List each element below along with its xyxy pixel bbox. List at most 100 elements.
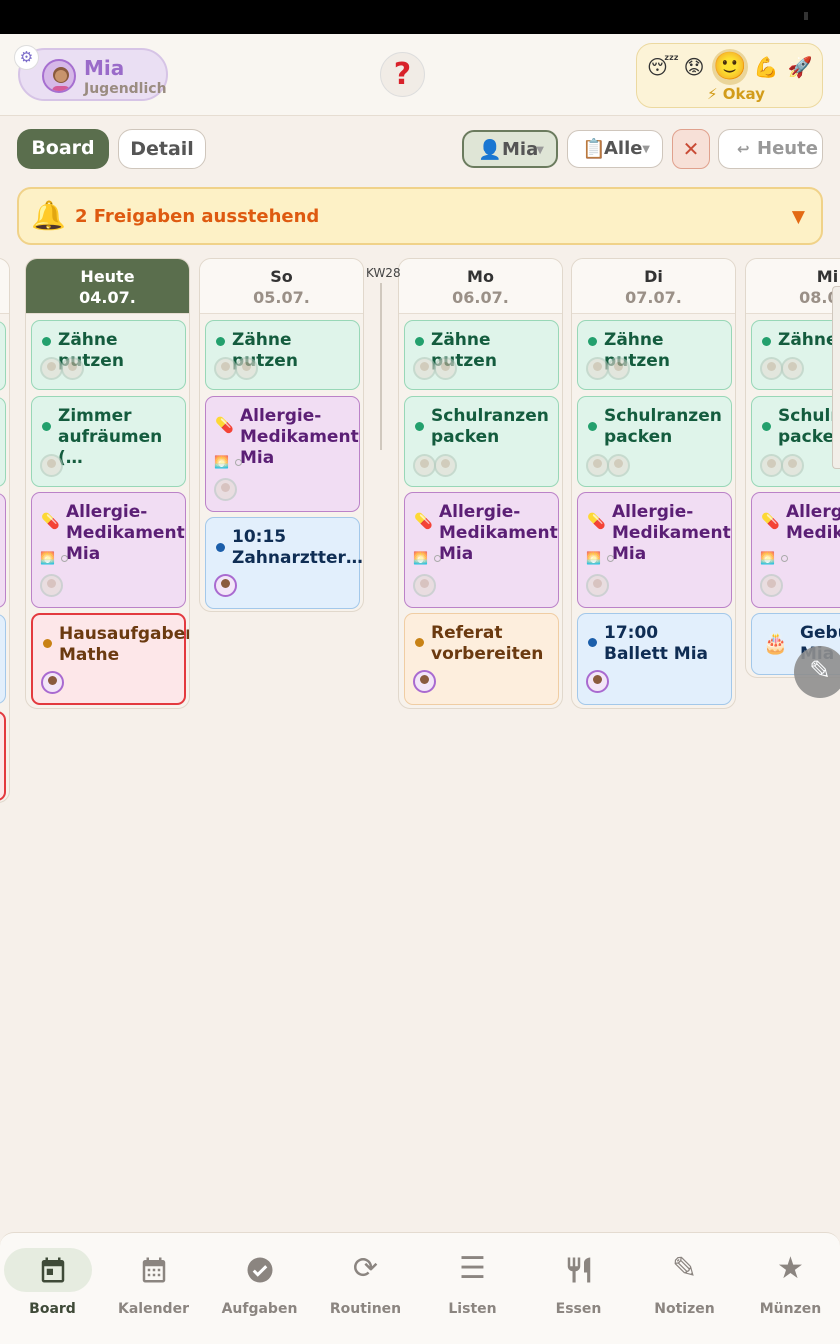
task-title: Schulranzen packen [604,406,722,447]
task-card[interactable]: 17:00 Ballett Mia [577,613,732,705]
task-card[interactable]: Zähne putzen [31,320,186,390]
task-title: Hausaufgaben Mathe [59,624,190,665]
nav-board[interactable]: Board [0,1233,105,1344]
avatar [434,357,457,380]
profile-name: Mia [84,56,125,80]
pending-circle-icon [781,555,788,562]
avatar [781,357,804,380]
board-view-button[interactable]: Board [17,129,109,169]
pencil-icon: ✎ [809,656,831,686]
status-dot [43,639,52,648]
column-date: 05.07. [253,288,310,307]
mood-strong-icon[interactable]: 💪 [751,54,781,80]
today-label: Heute [757,138,818,159]
task-card[interactable]: Zähne putzen [577,320,732,390]
nav-label: Essen [555,1301,602,1317]
task-card[interactable]: 💊 Allergie-Medikament Mia 🌅 [31,492,186,608]
task-card[interactable]: Schulranzen packen [577,396,732,487]
cake-icon: 🎂 [763,631,788,655]
nav-lists[interactable]: ☰ Listen [420,1233,525,1344]
mood-worried-icon[interactable]: 😟 [679,54,709,80]
pending-circle-icon [607,555,614,562]
task-card[interactable]: Zähne putzen [205,320,360,390]
avatar [586,574,609,597]
task-card[interactable]: 💊 Allergie-Medikament Mia 🌅 [205,396,360,512]
edit-fab-button[interactable]: ✎ [794,646,840,698]
column-day: Mi [816,267,839,286]
mood-label: ⚡ Okay [707,85,765,103]
nav-coins[interactable]: ★ Münzen [738,1233,840,1344]
clear-filter-button[interactable]: ✕ [672,129,710,169]
sunrise-icon: 🌅 [214,455,229,469]
status-dot [415,422,424,431]
task-title: Schulranzen packen [431,406,549,447]
avatar [214,478,237,501]
day-column-previous [0,258,10,803]
task-card[interactable] [0,397,6,487]
column-day: Mo [467,267,494,286]
nav-calendar[interactable]: Kalender [101,1233,206,1344]
person-filter[interactable]: 👤 Mia ▼ [462,130,558,168]
nav-food[interactable]: Essen [526,1233,631,1344]
list-icon: ☰ [459,1251,486,1286]
pending-circle-icon [61,555,68,562]
column-date: 06.07. [452,288,509,307]
task-card[interactable] [0,321,6,391]
task-card[interactable]: Schulranzen packen [404,396,559,487]
nav-notes[interactable]: ✎ Notizen [632,1233,737,1344]
detail-view-button[interactable]: Detail [118,129,206,169]
gear-icon[interactable]: ⚙ [14,45,39,70]
status-dot [762,422,771,431]
mood-okay-icon[interactable]: 🙂 [712,49,748,85]
sunrise-icon: 🌅 [413,551,428,565]
nav-tasks[interactable]: Aufgaben [207,1233,312,1344]
today-button[interactable]: ↩ Heute [718,129,823,169]
profile-role: Jugendlich [84,81,167,97]
nav-label: Board [29,1301,76,1317]
note-pencil-icon: ✎ [671,1251,698,1286]
task-card[interactable]: 10:15 Zahnarztter… [205,517,363,609]
avatar [41,671,64,694]
column-day: Di [644,267,663,286]
task-card[interactable] [0,711,6,801]
approvals-text: 2 Freigaben ausstehend [75,206,320,227]
task-card[interactable]: Zähne putzen [404,320,559,390]
status-bar [0,0,840,34]
person-icon: 👤 [478,139,502,161]
status-dot [762,337,771,346]
task-card[interactable]: Schulranzen packen [751,396,840,487]
avatar [781,454,804,477]
task-card[interactable]: Hausaufgaben Mathe [31,613,190,705]
chevron-down-icon[interactable]: ▼ [792,207,805,227]
task-title: 17:00 Ballett Mia [604,623,709,664]
task-card[interactable]: 💊 Allergie-Medikament 🌅 [751,492,840,608]
horizontal-scroll-handle[interactable] [832,286,840,469]
column-header [0,259,9,314]
avatar [760,454,783,477]
profile-switcher[interactable]: Mia Jugendlich [18,48,168,101]
column-header: So 05.07. [200,259,363,314]
board-icon [0,1251,105,1287]
avatar [214,357,237,380]
day-column-sunday: So 05.07. Zähne putzen 💊 Allergie-Medika… [199,258,364,612]
help-button[interactable]: ? [380,52,425,97]
mood-rocket-icon[interactable]: 🚀 [785,54,815,80]
nav-routines[interactable]: ⟳ Routinen [313,1233,418,1344]
task-card[interactable]: Zimmer aufräumen (… [31,396,186,487]
avatar [607,357,630,380]
task-card[interactable]: Zähne p [751,320,840,390]
task-card[interactable]: 💊 Allergie-Medikament Mia 🌅 [577,492,732,608]
task-card[interactable]: Referat vorbereiten [404,613,559,705]
pill-icon: 💊 [215,416,234,434]
approvals-banner[interactable]: 🔔 2 Freigaben ausstehend ▼ [17,187,823,245]
status-dot [415,638,424,647]
avatar [586,357,609,380]
task-card[interactable]: 💊 Allergie-Medikament Mia 🌅 [404,492,559,608]
task-card[interactable] [0,493,6,608]
mood-sleepy-icon[interactable]: 😴 [647,54,679,80]
category-filter[interactable]: 📋 Alle ▼ [567,130,663,168]
task-title: Referat vorbereiten [431,623,544,664]
task-card[interactable] [0,614,6,704]
pending-circle-icon [235,459,242,466]
chevron-down-icon: ▼ [536,145,544,156]
